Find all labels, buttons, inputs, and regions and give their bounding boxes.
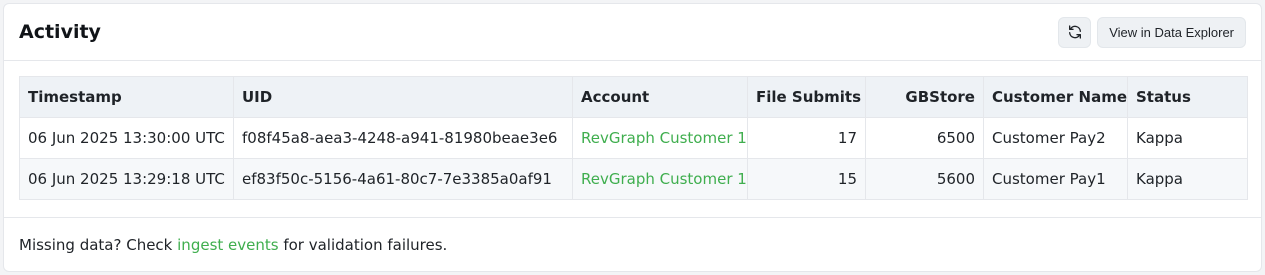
column-header-customer-name[interactable]: Customer Name — [983, 76, 1128, 118]
activity-table-wrapper: Timestamp UID Account File Submits GBSto… — [19, 76, 1248, 200]
cell-file-submits: 15 — [747, 158, 866, 200]
cell-gbstore: 6500 — [865, 117, 984, 159]
account-link[interactable]: RevGraph Customer 1 — [572, 117, 748, 159]
view-in-data-explorer-button[interactable]: View in Data Explorer — [1097, 16, 1246, 48]
header-actions: View in Data Explorer — [1058, 16, 1246, 48]
cell-status: Kappa — [1127, 158, 1248, 200]
page-title: Activity — [19, 21, 101, 43]
ingest-events-link[interactable]: ingest events — [177, 236, 278, 254]
column-header-uid[interactable]: UID — [233, 76, 573, 118]
cell-timestamp: 06 Jun 2025 13:30:00 UTC — [19, 117, 234, 159]
column-header-timestamp[interactable]: Timestamp — [19, 76, 234, 118]
cell-customer-name: Customer Pay2 — [983, 117, 1128, 159]
cell-uid: ef83f50c-5156-4a61-80c7-7e3385a0af91 — [233, 158, 573, 200]
cell-uid: f08f45a8-aea3-4248-a941-81980beae3e6 — [233, 117, 573, 159]
card-header: Activity View in Data Explorer — [4, 4, 1261, 61]
table-row: 06 Jun 2025 13:29:18 UTC ef83f50c-5156-4… — [19, 158, 1248, 200]
column-header-file-submits[interactable]: File Submits — [747, 76, 866, 118]
activity-card: Activity View in Data Explorer Timestamp… — [3, 3, 1262, 272]
cell-customer-name: Customer Pay1 — [983, 158, 1128, 200]
cell-file-submits: 17 — [747, 117, 866, 159]
card-footer: Missing data? Check ingest events for va… — [4, 217, 1261, 272]
column-header-gbstore[interactable]: GBStore — [865, 76, 984, 118]
column-header-account[interactable]: Account — [572, 76, 748, 118]
cell-gbstore: 5600 — [865, 158, 984, 200]
cell-timestamp: 06 Jun 2025 13:29:18 UTC — [19, 158, 234, 200]
activity-table: Timestamp UID Account File Submits GBSto… — [19, 76, 1248, 200]
footer-suffix-text: for validation failures. — [278, 236, 448, 254]
cell-status: Kappa — [1127, 117, 1248, 159]
footer-prefix-text: Missing data? Check — [19, 236, 178, 254]
refresh-button[interactable] — [1058, 16, 1092, 48]
table-header-row: Timestamp UID Account File Submits GBSto… — [19, 76, 1248, 118]
account-link[interactable]: RevGraph Customer 1 — [572, 158, 748, 200]
table-row: 06 Jun 2025 13:30:00 UTC f08f45a8-aea3-4… — [19, 117, 1248, 159]
column-header-status[interactable]: Status — [1127, 76, 1248, 118]
refresh-icon — [1068, 25, 1081, 39]
